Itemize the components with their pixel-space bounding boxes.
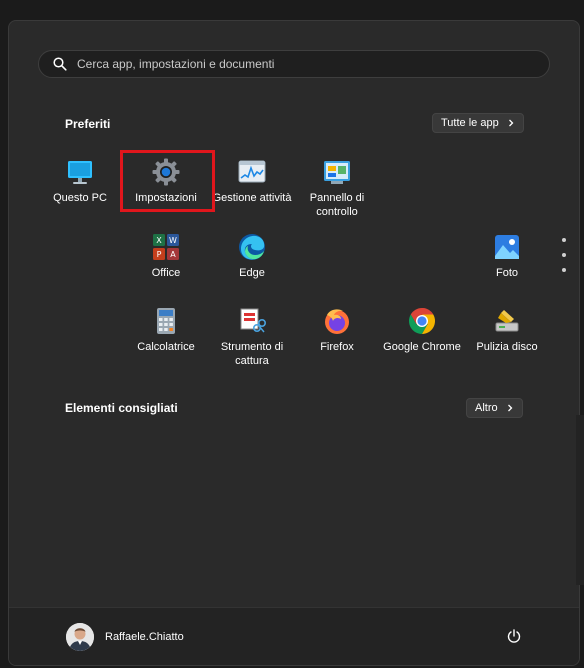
app-label: Gestione attività (212, 192, 292, 204)
search-icon (53, 57, 67, 71)
app-label: Google Chrome (383, 341, 461, 353)
all-apps-label: Tutte le app (441, 117, 499, 129)
search-placeholder: Cerca app, impostazioni e documenti (77, 57, 275, 71)
app-tile-impostazioni[interactable]: Impostazioni (123, 157, 209, 227)
page-dot (562, 238, 566, 242)
app-tile-firefox[interactable]: Firefox (294, 306, 380, 376)
svg-text:X: X (156, 236, 162, 245)
app-label: Calcolatrice (137, 341, 195, 353)
disk-cleanup-icon (495, 310, 519, 332)
app-label: Firefox (320, 341, 354, 353)
avatar[interactable] (66, 623, 94, 651)
start-menu: Cerca app, impostazioni e documenti Pref… (8, 20, 580, 666)
chrome-icon (408, 308, 436, 334)
office-icon: X W P A (153, 234, 179, 260)
app-tile-gestione-attivita[interactable]: Gestione attività (209, 157, 295, 227)
settings-gear-icon (152, 158, 180, 186)
app-label: Pulizia disco (476, 341, 538, 353)
chevron-right-icon (507, 404, 513, 412)
user-photo-icon (66, 623, 94, 651)
app-label: Pannello di controllo (309, 192, 365, 218)
app-tile-edge[interactable]: Edge (209, 232, 295, 302)
app-tile-strumento-di-cattura[interactable]: Strumento di cattura (209, 306, 295, 376)
this-pc-icon (68, 161, 92, 184)
start-footer: Raffaele.Chiatto (9, 607, 579, 665)
more-button[interactable]: Altro (466, 398, 523, 418)
svg-text:W: W (169, 236, 177, 245)
app-label: Office (151, 267, 181, 279)
calculator-icon (157, 308, 175, 334)
pinned-section-title: Preferiti (65, 117, 111, 131)
chevron-right-icon (508, 119, 514, 127)
app-tile-questo-pc[interactable]: Questo PC (37, 157, 123, 227)
app-tile-office[interactable]: X W P A Office (123, 232, 209, 302)
power-icon[interactable] (506, 628, 522, 644)
task-manager-icon (238, 160, 266, 183)
page-dot (562, 253, 566, 257)
edge-icon (239, 234, 265, 260)
app-label: Foto (495, 267, 518, 279)
svg-text:A: A (170, 250, 176, 259)
search-input[interactable]: Cerca app, impostazioni e documenti (38, 50, 550, 78)
app-label: Questo PC (53, 192, 107, 204)
app-label: Impostazioni (135, 192, 197, 204)
snipping-tool-icon (240, 308, 266, 333)
app-tile-foto[interactable]: Foto (464, 232, 550, 302)
page-indicator[interactable] (562, 238, 568, 283)
firefox-icon (325, 309, 349, 334)
app-label: Strumento di cattura (220, 341, 284, 367)
background-edge (576, 415, 584, 585)
app-tile-pannello-di-controllo[interactable]: Pannello di controllo (294, 157, 380, 227)
page-dot (562, 268, 566, 272)
more-label: Altro (475, 402, 498, 414)
user-name[interactable]: Raffaele.Chiatto (105, 631, 184, 643)
app-tile-calcolatrice[interactable]: Calcolatrice (123, 306, 209, 376)
photos-icon (495, 235, 519, 259)
control-panel-icon (324, 161, 350, 184)
app-tile-pulizia-disco[interactable]: Pulizia disco (464, 306, 550, 376)
svg-text:P: P (157, 250, 162, 259)
all-apps-button[interactable]: Tutte le app (432, 113, 524, 133)
app-label: Edge (239, 267, 265, 279)
app-tile-google-chrome[interactable]: Google Chrome (379, 306, 465, 376)
recommended-section-title: Elementi consigliati (65, 401, 178, 415)
